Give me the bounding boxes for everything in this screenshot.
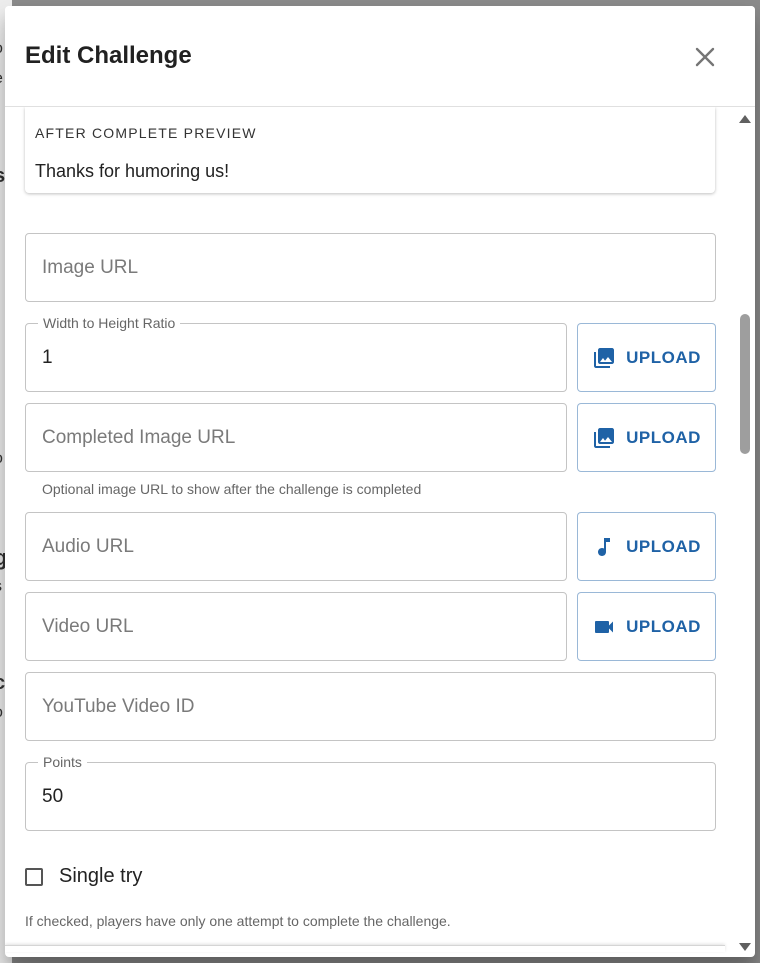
music-note-icon — [598, 537, 611, 556]
section-divider — [5, 945, 725, 952]
upload-image-button[interactable]: UPLOAD — [577, 323, 716, 392]
scrollbar-thumb[interactable] — [740, 314, 750, 454]
video-url-field — [25, 592, 567, 661]
audio-url-field — [25, 512, 567, 581]
youtube-video-id-field — [25, 672, 716, 741]
single-try-label: Single try — [59, 865, 143, 887]
single-try-helper-text: If checked, players have only one attemp… — [25, 913, 451, 929]
upload-label: UPLOAD — [626, 427, 701, 447]
videocam-icon — [595, 620, 614, 633]
upload-completed-image-button[interactable]: UPLOAD — [577, 403, 716, 472]
image-url-input[interactable] — [42, 234, 703, 301]
after-complete-preview-card: AFTER COMPLETE PREVIEW Thanks for humori… — [25, 107, 715, 193]
image-url-field — [25, 233, 716, 302]
background-fragment: s — [0, 578, 2, 596]
dialog-content: AFTER COMPLETE PREVIEW Thanks for humori… — [5, 107, 755, 957]
upload-video-button[interactable]: UPLOAD — [577, 592, 716, 661]
video-url-input[interactable] — [42, 593, 554, 660]
close-icon — [695, 47, 715, 67]
scrollbar[interactable] — [737, 107, 755, 957]
scroll-up-arrow-icon[interactable] — [739, 115, 751, 123]
ratio-input[interactable] — [42, 324, 554, 391]
preview-text: Thanks for humoring us! — [35, 161, 230, 181]
image-icon — [594, 347, 615, 368]
points-field: Points — [25, 754, 716, 831]
preview-heading: AFTER COMPLETE PREVIEW — [35, 125, 257, 141]
background-fragment: o — [0, 450, 3, 468]
image-icon — [594, 427, 615, 448]
audio-url-input[interactable] — [42, 513, 554, 580]
scroll-down-arrow-icon[interactable] — [739, 943, 751, 951]
completed-image-helper-text: Optional image URL to show after the cha… — [42, 481, 422, 497]
edit-challenge-dialog: Edit Challenge AFTER COMPLETE PREVIEW Th… — [5, 6, 755, 957]
background-fragment: e — [0, 70, 3, 88]
single-try-checkbox[interactable] — [25, 867, 43, 886]
close-button[interactable] — [687, 39, 723, 75]
upload-label: UPLOAD — [626, 616, 701, 636]
youtube-video-id-input[interactable] — [42, 673, 703, 740]
upload-label: UPLOAD — [626, 347, 701, 367]
completed-image-url-input[interactable] — [42, 404, 554, 471]
upload-audio-button[interactable]: UPLOAD — [577, 512, 716, 581]
background-fragment: o — [0, 704, 3, 722]
points-input[interactable] — [42, 763, 703, 830]
dialog-title: Edit Challenge — [25, 42, 192, 69]
completed-image-url-field — [25, 403, 567, 472]
ratio-field: Width to Height Ratio — [25, 315, 567, 392]
background-fragment: o — [0, 40, 3, 58]
single-try-checkbox-row[interactable]: Single try — [25, 865, 142, 888]
dialog-header: Edit Challenge — [5, 6, 755, 107]
upload-label: UPLOAD — [626, 536, 701, 556]
